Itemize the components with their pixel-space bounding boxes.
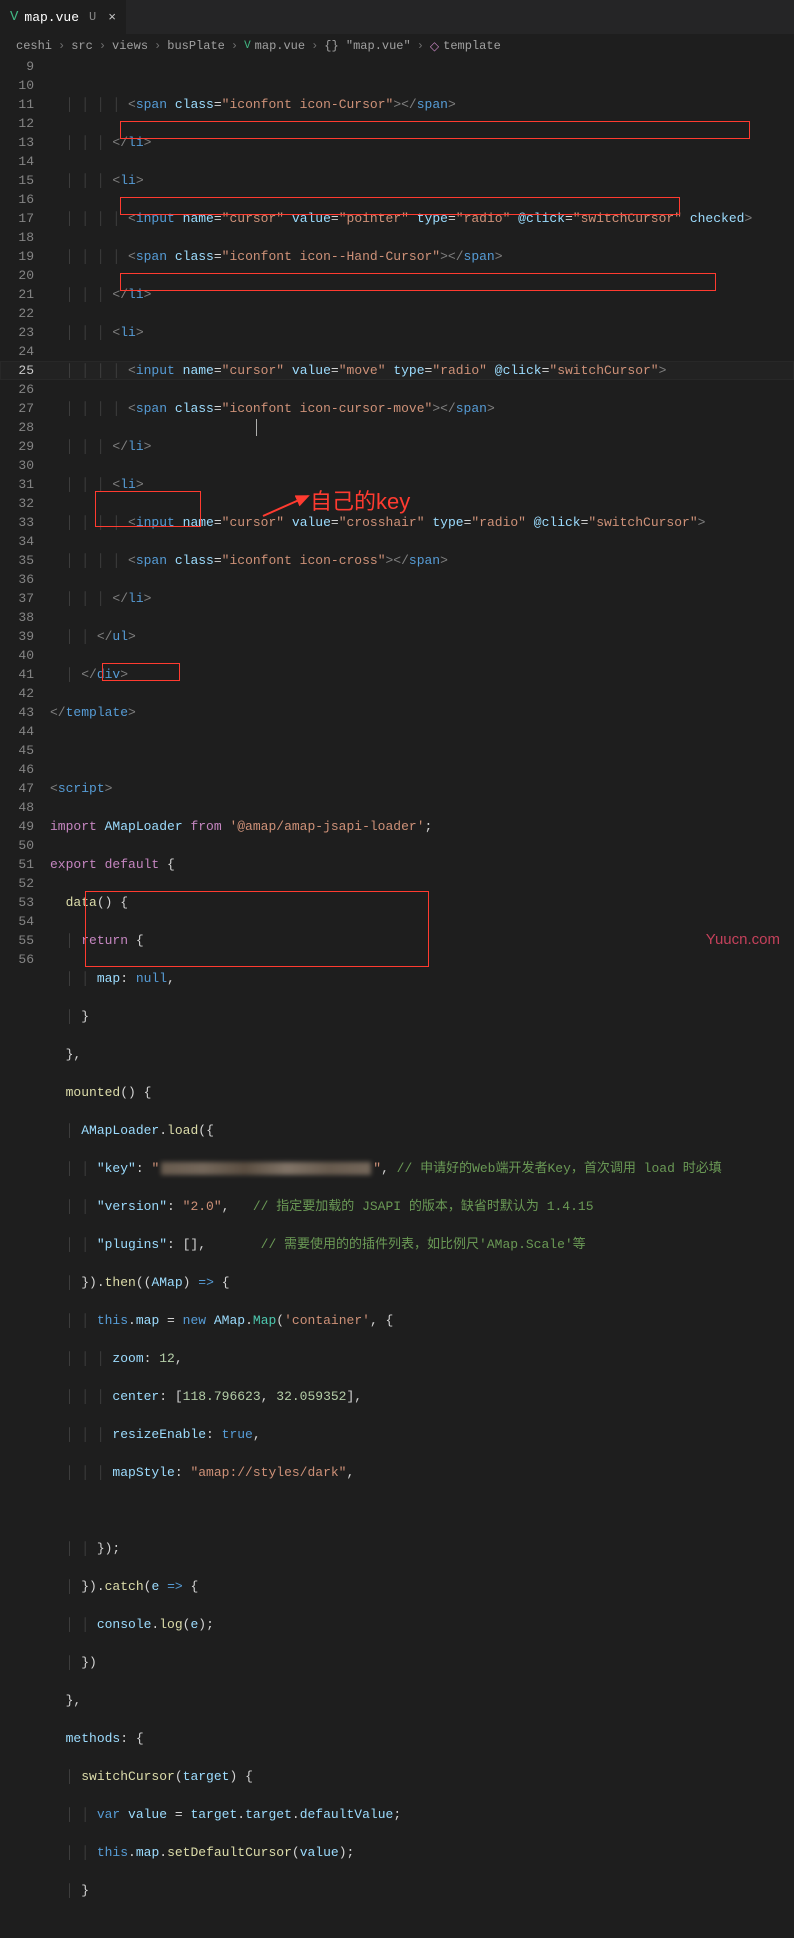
breadcrumb-item[interactable]: ceshi <box>16 39 52 53</box>
breadcrumb-item[interactable]: src <box>71 39 93 53</box>
chevron-right-icon: › <box>58 39 65 53</box>
breadcrumb-item[interactable]: busPlate <box>167 39 225 53</box>
tab-bar: V map.vue U × <box>0 0 794 35</box>
code-content[interactable]: │ │ │ │ <span class="iconfont icon-Curso… <box>50 57 794 986</box>
vue-icon: V <box>10 9 18 25</box>
breadcrumb: ceshi › src › views › busPlate › V map.v… <box>0 35 794 57</box>
chevron-right-icon: › <box>154 39 161 53</box>
tab-filename: map.vue <box>24 10 79 25</box>
chevron-right-icon: › <box>231 39 238 53</box>
breadcrumb-item[interactable]: views <box>112 39 148 53</box>
chevron-right-icon: › <box>99 39 106 53</box>
chevron-right-icon: › <box>417 39 424 53</box>
breadcrumb-item[interactable]: V map.vue <box>244 39 305 53</box>
editor-tab[interactable]: V map.vue U × <box>0 0 126 35</box>
tab-status: U <box>89 10 96 24</box>
close-icon[interactable]: × <box>108 10 116 25</box>
breadcrumb-item[interactable]: {} "map.vue" <box>324 39 410 53</box>
code-editor[interactable]: 9101112131415161718192021222324252627282… <box>0 57 794 986</box>
line-number-gutter: 9101112131415161718192021222324252627282… <box>0 57 50 986</box>
breadcrumb-item[interactable]: ◇ template <box>430 39 501 54</box>
chevron-right-icon: › <box>311 39 318 53</box>
text-cursor <box>256 419 257 436</box>
redacted-key <box>161 1162 371 1175</box>
